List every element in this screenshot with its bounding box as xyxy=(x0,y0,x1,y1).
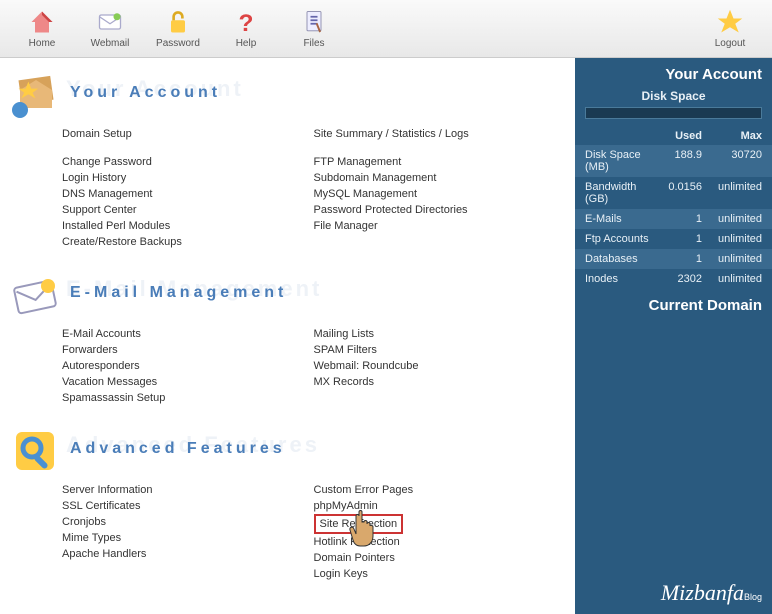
link-item[interactable]: Password Protected Directories xyxy=(314,202,566,218)
link-item[interactable]: Spamassassin Setup xyxy=(62,390,314,406)
link-item[interactable]: Autoresponders xyxy=(62,358,314,374)
stat-row: Databases1unlimited xyxy=(575,249,772,269)
disk-space-label: Disk Space xyxy=(575,87,772,105)
logout-label: Logout xyxy=(715,38,746,49)
link-item[interactable]: Domain Pointers xyxy=(314,550,566,566)
link-item[interactable]: Login History xyxy=(62,170,314,186)
logout-icon xyxy=(716,8,744,36)
email-icon xyxy=(10,270,62,322)
site-redirection-link[interactable]: Site Redirection xyxy=(314,514,404,534)
link-item[interactable]: Apache Handlers xyxy=(62,546,314,562)
link-item[interactable]: Domain Setup xyxy=(62,126,314,142)
advanced-col-left: Server InformationSSL CertificatesCronjo… xyxy=(62,482,314,582)
link-item[interactable]: SPAM Filters xyxy=(314,342,566,358)
sidebar-title: Your Account xyxy=(575,58,772,87)
link-item[interactable]: FTP Management xyxy=(314,154,566,170)
webmail-button[interactable]: Webmail xyxy=(76,3,144,55)
home-icon xyxy=(28,8,56,36)
section-advanced: Advanced Features Advanced Features Serv… xyxy=(10,426,565,582)
link-item[interactable]: Vacation Messages xyxy=(62,374,314,390)
link-item[interactable]: Change Password xyxy=(62,154,314,170)
link-item[interactable]: Mailing Lists xyxy=(314,326,566,342)
svg-text:?: ? xyxy=(239,10,254,36)
link-item[interactable]: Webmail: Roundcube xyxy=(314,358,566,374)
link-item[interactable]: Cronjobs xyxy=(62,514,314,530)
link-item[interactable]: DNS Management xyxy=(62,186,314,202)
password-label: Password xyxy=(156,38,200,49)
account-title: Your Account xyxy=(70,84,221,102)
current-domain-title: Current Domain xyxy=(575,289,772,318)
link-item[interactable]: phpMyAdmin xyxy=(314,498,566,514)
disk-progress xyxy=(585,107,762,119)
link-item[interactable]: Support Center xyxy=(62,202,314,218)
help-label: Help xyxy=(236,38,257,49)
link-item[interactable]: MySQL Management xyxy=(314,186,566,202)
link-item[interactable]: Installed Perl Modules xyxy=(62,218,314,234)
main-content: Your Account Your Account Domain SetupCh… xyxy=(0,58,575,614)
sidebar: Your Account Disk Space Used Max Disk Sp… xyxy=(575,58,772,614)
email-title: E-Mail Management xyxy=(70,284,287,302)
stat-row: Ftp Accounts1unlimited xyxy=(575,229,772,249)
files-icon xyxy=(300,8,328,36)
link-item[interactable]: Mime Types xyxy=(62,530,314,546)
section-account: Your Account Your Account Domain SetupCh… xyxy=(10,70,565,250)
stat-row: E-Mails1unlimited xyxy=(575,209,772,229)
account-col-right: Site Summary / Statistics / Logs FTP Mana… xyxy=(314,126,566,250)
link-item[interactable]: Custom Error Pages xyxy=(314,482,566,498)
link-item[interactable]: E-Mail Accounts xyxy=(62,326,314,342)
link-item[interactable]: Server Information xyxy=(62,482,314,498)
webmail-icon xyxy=(96,8,124,36)
link-item[interactable]: MX Records xyxy=(314,374,566,390)
link-item[interactable]: Forwarders xyxy=(62,342,314,358)
account-icon xyxy=(10,70,62,122)
link-item[interactable]: Site Summary / Statistics / Logs xyxy=(314,126,566,142)
email-col-left: E-Mail AccountsForwardersAutorespondersV… xyxy=(62,326,314,406)
link-item[interactable]: Subdomain Management xyxy=(314,170,566,186)
link-item[interactable]: File Manager xyxy=(314,218,566,234)
password-button[interactable]: Password xyxy=(144,3,212,55)
toolbar: Home Webmail Password ? Help Files Logou… xyxy=(0,0,772,58)
account-col-left: Domain Setup Change PasswordLogin History… xyxy=(62,126,314,250)
lock-icon xyxy=(164,8,192,36)
home-label: Home xyxy=(29,38,56,49)
logout-button[interactable]: Logout xyxy=(696,3,764,55)
link-item[interactable]: Login Keys xyxy=(314,566,566,582)
stat-row: Inodes2302unlimited xyxy=(575,269,772,289)
stat-header: Used Max xyxy=(575,127,772,145)
link-item[interactable]: Create/Restore Backups xyxy=(62,234,314,250)
footer-logo: MizbanfaBlog xyxy=(661,580,762,606)
section-email: E-Mail Management E-Mail Management E-Ma… xyxy=(10,270,565,406)
advanced-icon xyxy=(10,426,62,478)
link-item[interactable]: SSL Certificates xyxy=(62,498,314,514)
files-label: Files xyxy=(303,38,324,49)
webmail-label: Webmail xyxy=(91,38,130,49)
head-used: Used xyxy=(652,130,702,142)
email-col-right: Mailing ListsSPAM FiltersWebmail: Roundc… xyxy=(314,326,566,406)
advanced-title: Advanced Features xyxy=(70,440,286,458)
head-max: Max xyxy=(702,130,762,142)
stat-row: Disk Space (MB)188.930720 xyxy=(575,145,772,177)
home-button[interactable]: Home xyxy=(8,3,76,55)
files-button[interactable]: Files xyxy=(280,3,348,55)
stat-row: Bandwidth (GB)0.0156unlimited xyxy=(575,177,772,209)
help-icon: ? xyxy=(232,8,260,36)
link-item[interactable]: Hotlink Protection xyxy=(314,534,566,550)
advanced-col-right: Custom Error PagesphpMyAdminSite Redirec… xyxy=(314,482,566,582)
help-button[interactable]: ? Help xyxy=(212,3,280,55)
